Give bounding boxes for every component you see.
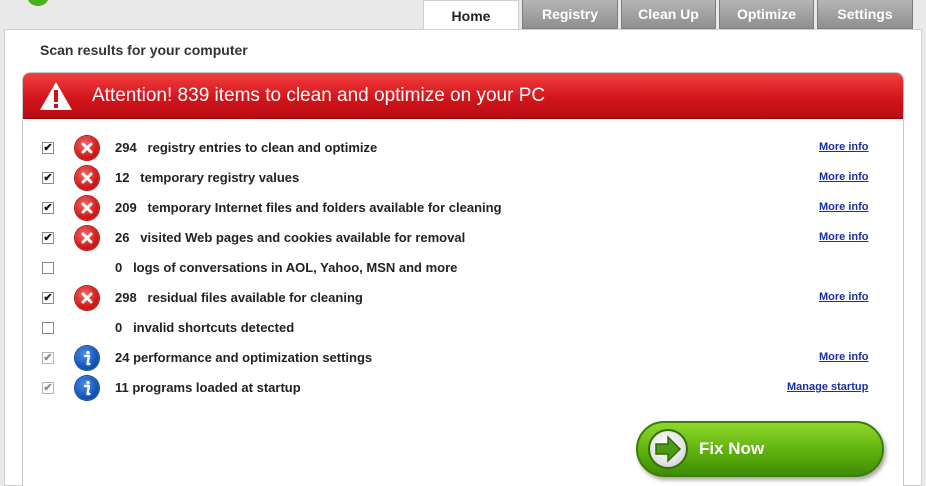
result-row: ✔ 209 temporary Internet files and folder… [23,195,903,225]
more-info-link[interactable]: More info [819,201,869,213]
more-info-link[interactable]: More info [819,141,869,153]
manage-startup-link[interactable]: Manage startup [787,381,868,393]
red-x-icon [75,136,99,160]
page-title: Scan results for your computer [40,42,248,58]
result-row: ✔ 298 residual files available for cleani… [23,285,903,315]
more-info-link[interactable]: More info [819,171,869,183]
result-row: ✔ 24 performance and optimization setting… [23,345,903,375]
arrow-right-icon [648,429,688,469]
result-checkbox[interactable]: ✔ [42,292,54,304]
warning-triangle-icon [40,81,72,110]
result-checkbox[interactable] [42,262,54,274]
results-list: ✔ 294 registry entries to clean and optim… [23,119,903,405]
more-info-link[interactable]: More info [819,351,869,363]
red-x-icon [75,226,99,250]
result-text: 298 residual files available for cleanin… [115,290,363,305]
result-text: 26 visited Web pages and cookies availab… [115,230,466,245]
result-checkbox[interactable]: ✔ [42,142,54,154]
result-checkbox[interactable]: ✔ [42,172,54,184]
result-row: ✔ 26 visited Web pages and cookies availa… [23,225,903,255]
result-text: 209 temporary Internet files and folders… [115,200,502,215]
tab-optimize[interactable]: Optimize [719,0,814,29]
result-text: 0 invalid shortcuts detected [115,320,295,335]
red-x-icon [75,286,99,310]
result-row: ✔ 294 registry entries to clean and optim… [23,135,903,165]
tab-settings[interactable]: Settings [817,0,913,29]
home-panel: Scan results for your computer Attention… [4,29,922,486]
result-text: 0 logs of conversations in AOL, Yahoo, M… [115,260,458,275]
tab-clean-up[interactable]: Clean Up [621,0,716,29]
fix-now-label: Fix Now [699,439,765,458]
result-row: ✔ 12 temporary registry values More info [23,165,903,195]
result-checkbox: ✔ [42,352,54,364]
more-info-link[interactable]: More info [819,231,869,243]
app-logo [27,0,49,6]
result-text: 24 performance and optimization settings [115,350,373,365]
info-icon [75,346,99,370]
attention-banner: Attention! 839 items to clean and optimi… [23,73,903,119]
result-row: 0 logs of conversations in AOL, Yahoo, M… [23,255,903,285]
fix-now-button[interactable]: Fix Now [636,421,884,477]
result-row: ✔ 11 programs loaded at startup Manage sta… [23,375,903,405]
red-x-icon [75,196,99,220]
result-checkbox[interactable] [42,322,54,334]
top-bar: Home Registry Clean Up Optimize Settings [0,0,926,31]
scan-results-box: Attention! 839 items to clean and optimi… [22,72,904,486]
tab-home[interactable]: Home [423,0,519,31]
result-checkbox[interactable]: ✔ [42,232,54,244]
tab-registry[interactable]: Registry [522,0,618,29]
red-x-icon [75,166,99,190]
more-info-link[interactable]: More info [819,291,869,303]
result-text: 11 programs loaded at startup [115,380,301,395]
result-text: 12 temporary registry values [115,170,300,185]
result-checkbox[interactable]: ✔ [42,202,54,214]
attention-text: Attention! 839 items to clean and optimi… [92,84,546,106]
result-row: 0 invalid shortcuts detected [23,315,903,345]
main-tabs: Home Registry Clean Up Optimize Settings [423,0,916,31]
result-checkbox: ✔ [42,382,54,394]
result-text: 294 registry entries to clean and optimi… [115,140,378,155]
info-icon [75,376,99,400]
